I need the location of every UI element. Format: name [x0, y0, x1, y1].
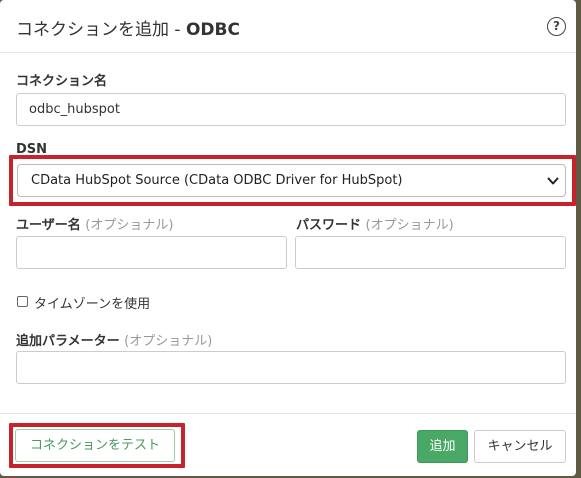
- test-connection-button[interactable]: コネクションをテスト: [15, 429, 175, 462]
- connection-name-input[interactable]: odbc_hubspot: [16, 93, 566, 126]
- password-optional-hint: (オプショナル): [365, 218, 454, 233]
- dialog-title: コネクションを追加 - ODBC: [16, 15, 240, 40]
- dialog-header: コネクションを追加 - ODBC ?: [0, 0, 576, 53]
- dsn-select-value: CData HubSpot Source (CData ODBC Driver …: [31, 173, 403, 188]
- password-label-text: パスワード: [296, 218, 362, 233]
- extra-params-label: 追加パラメーター (オプショナル): [16, 330, 212, 349]
- dialog-title-type: ODBC: [185, 20, 240, 40]
- timezone-checkbox[interactable]: [17, 296, 28, 307]
- add-button[interactable]: 追加: [417, 430, 468, 463]
- help-icon[interactable]: ?: [547, 17, 566, 36]
- timezone-checkbox-label[interactable]: タイムゾーンを使用: [34, 293, 150, 312]
- username-optional-hint: (オプショナル): [85, 218, 174, 233]
- connection-name-label: コネクション名: [16, 74, 108, 89]
- extra-params-optional-hint: (オプショナル): [124, 334, 213, 349]
- dsn-select[interactable]: CData HubSpot Source (CData ODBC Driver …: [17, 164, 566, 197]
- extra-params-label-text: 追加パラメーター: [16, 334, 120, 349]
- extra-params-input[interactable]: [16, 351, 566, 384]
- add-connection-dialog: コネクションを追加 - ODBC ? コネクション名 odbc_hubspot …: [0, 0, 576, 476]
- cancel-button[interactable]: キャンセル: [474, 430, 566, 463]
- username-label: ユーザー名 (オプショナル): [16, 214, 173, 233]
- password-input[interactable]: [295, 236, 566, 269]
- chevron-down-icon: [547, 177, 559, 185]
- dialog-title-main: コネクションを追加 -: [16, 20, 181, 40]
- username-label-text: ユーザー名: [16, 218, 81, 233]
- username-input[interactable]: [16, 236, 287, 269]
- dsn-label: DSN: [16, 142, 48, 157]
- password-label: パスワード (オプショナル): [296, 214, 454, 233]
